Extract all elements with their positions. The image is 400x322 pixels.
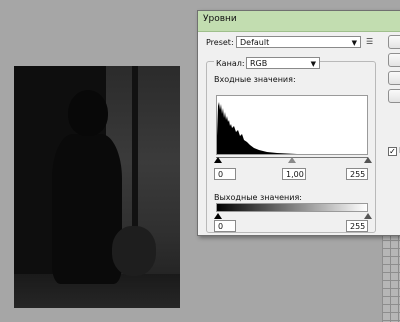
output-black-field[interactable]: 0 xyxy=(214,220,236,232)
preset-label: Preset: xyxy=(206,38,234,47)
levels-dialog: Уровни Preset: Default ▼ ☰ Канал: RGB ▼ … xyxy=(197,10,400,236)
input-black-handle[interactable] xyxy=(214,157,222,163)
document-photo[interactable] xyxy=(14,66,180,308)
chevron-down-icon: ▼ xyxy=(310,60,316,68)
channel-value: RGB xyxy=(250,59,268,68)
dialog-titlebar[interactable]: Уровни xyxy=(198,11,400,32)
output-gradient xyxy=(216,203,368,212)
output-levels-label: Выходные значения: xyxy=(214,193,302,202)
preset-select[interactable]: Default ▼ xyxy=(236,36,361,48)
input-white-field[interactable]: 255 xyxy=(346,168,368,180)
photo-toy-silhouette xyxy=(112,226,156,276)
preset-value: Default xyxy=(240,38,270,47)
input-white-handle[interactable] xyxy=(364,157,372,163)
histogram xyxy=(216,95,368,155)
auto-button[interactable] xyxy=(388,71,400,85)
cancel-button[interactable] xyxy=(388,53,400,67)
background-grid xyxy=(382,232,400,322)
channel-label: Канал: xyxy=(214,59,247,68)
output-black-handle[interactable] xyxy=(214,213,222,219)
list-menu-icon[interactable]: ☰ xyxy=(366,37,373,46)
histogram-graph xyxy=(217,102,297,154)
dialog-title: Уровни xyxy=(203,14,237,24)
input-black-field[interactable]: 0 xyxy=(214,168,236,180)
input-levels-label: Входные значения: xyxy=(214,75,296,84)
channel-select[interactable]: RGB ▼ xyxy=(246,57,320,69)
photo-child-head xyxy=(68,90,108,136)
output-white-field[interactable]: 255 xyxy=(346,220,368,232)
preview-checkbox[interactable]: ✓ xyxy=(388,147,397,156)
input-gamma-field[interactable]: 1,00 xyxy=(282,168,306,180)
input-gamma-handle[interactable] xyxy=(288,157,296,163)
options-button[interactable] xyxy=(388,89,400,103)
chevron-down-icon: ▼ xyxy=(351,39,357,47)
ok-button[interactable] xyxy=(388,35,400,49)
photo-child-silhouette xyxy=(52,134,122,284)
output-white-handle[interactable] xyxy=(364,213,372,219)
